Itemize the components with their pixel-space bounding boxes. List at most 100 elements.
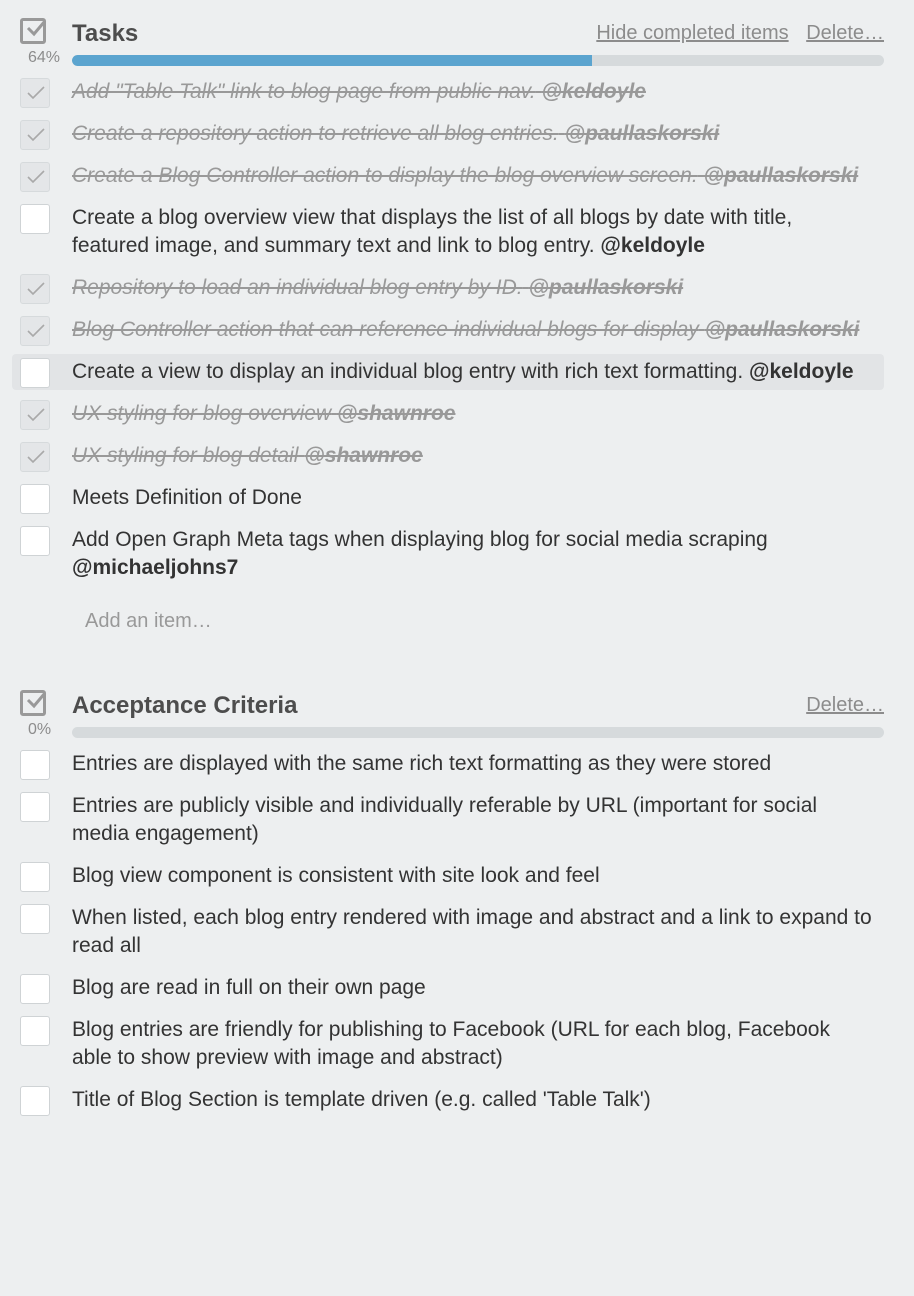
item-text: Create a view to display an individual b… — [72, 360, 744, 383]
progress-percent: 0% — [28, 721, 52, 738]
checklist-item[interactable]: Create a repository action to retrieve a… — [20, 116, 884, 152]
item-text: UX styling for blog overview — [72, 402, 332, 425]
acceptance-criteria-checklist: Acceptance Criteria Delete… 0% Entries a… — [0, 672, 914, 1118]
checklist-item[interactable]: UX styling for blog detail @shawnroe — [20, 438, 884, 474]
user-mention[interactable]: @paullaskorski — [528, 276, 683, 299]
user-mention[interactable]: @paullaskorski — [705, 318, 860, 341]
checkmark-icon — [27, 86, 45, 100]
checklist-item-text: Blog Controller action that can referenc… — [72, 318, 859, 341]
item-text: When listed, each blog entry rendered wi… — [72, 906, 872, 957]
user-mention[interactable]: @paullaskorski — [565, 122, 720, 145]
checklist-item[interactable]: UX styling for blog overview @shawnroe — [20, 396, 884, 432]
checklist-item[interactable]: Repository to load an individual blog en… — [20, 270, 884, 306]
progress-row: 64% — [20, 40, 884, 74]
user-mention[interactable]: @paullaskorski — [704, 164, 859, 187]
item-text: Add Open Graph Meta tags when displaying… — [72, 528, 768, 551]
checkbox[interactable] — [20, 1016, 50, 1046]
checklist-item-text: Repository to load an individual blog en… — [72, 276, 683, 299]
checklist-header: Tasks Hide completed items Delete… — [20, 0, 884, 47]
checkmark-icon — [27, 128, 45, 142]
item-text: Blog Controller action that can referenc… — [72, 318, 699, 341]
checklist-item[interactable]: Entries are displayed with the same rich… — [20, 746, 884, 782]
checkbox[interactable] — [20, 792, 50, 822]
checklist-items: Entries are displayed with the same rich… — [20, 746, 884, 1118]
checked-checkbox[interactable] — [20, 316, 50, 346]
checklist-item[interactable]: Blog are read in full on their own page — [20, 970, 884, 1006]
checkbox[interactable] — [20, 526, 50, 556]
checkbox[interactable] — [20, 484, 50, 514]
item-text: Blog entries are friendly for publishing… — [72, 1018, 830, 1069]
checklist-items: Add "Table Talk" link to blog page from … — [12, 74, 884, 586]
checkbox[interactable] — [20, 974, 50, 1004]
item-text: Title of Blog Section is template driven… — [72, 1088, 651, 1111]
checklist-item[interactable]: Create a view to display an individual b… — [12, 354, 884, 390]
checkmark-icon — [27, 170, 45, 184]
progress-bar — [72, 727, 884, 738]
item-text: Meets Definition of Done — [72, 486, 302, 509]
checklist-item[interactable]: Create a Blog Controller action to displ… — [20, 158, 884, 194]
checklist-item-text: UX styling for blog detail @shawnroe — [72, 444, 423, 467]
checklist-item-text: Meets Definition of Done — [72, 486, 302, 509]
checked-checkbox[interactable] — [20, 120, 50, 150]
checklist-item-text: Add "Table Talk" link to blog page from … — [72, 80, 646, 103]
user-mention[interactable]: @keldoyle — [541, 80, 646, 103]
checklist-item[interactable]: Title of Blog Section is template driven… — [20, 1082, 884, 1118]
checklist-header: Acceptance Criteria Delete… — [20, 672, 884, 719]
checklist-item[interactable]: When listed, each blog entry rendered wi… — [20, 900, 884, 964]
checklist-item-text: Add Open Graph Meta tags when displaying… — [72, 528, 768, 579]
progress-row: 0% — [20, 712, 884, 746]
checked-checkbox[interactable] — [20, 78, 50, 108]
checked-checkbox[interactable] — [20, 274, 50, 304]
progress-bar-fill — [72, 55, 592, 66]
user-mention[interactable]: @keldoyle — [749, 360, 854, 383]
item-text: Entries are displayed with the same rich… — [72, 752, 772, 775]
checklist-item-text: UX styling for blog overview @shawnroe — [72, 402, 455, 425]
item-text: Entries are publicly visible and individ… — [72, 794, 818, 845]
checklist-item[interactable]: Blog Controller action that can referenc… — [20, 312, 884, 348]
item-text: Add "Table Talk" link to blog page from … — [72, 80, 536, 103]
user-mention[interactable]: @shawnroe — [337, 402, 456, 425]
add-item-button[interactable]: Add an item… — [20, 592, 884, 662]
checkmark-icon — [27, 408, 45, 422]
checkbox[interactable] — [20, 204, 50, 234]
checklist-item-text: Blog are read in full on their own page — [72, 976, 426, 999]
checklist-item-text: Create a view to display an individual b… — [72, 360, 854, 383]
checklist-item-text: Entries are displayed with the same rich… — [72, 752, 771, 775]
checkbox[interactable] — [20, 358, 50, 388]
checked-checkbox[interactable] — [20, 442, 50, 472]
item-text: Create a Blog Controller action to displ… — [72, 164, 698, 187]
checkbox[interactable] — [20, 1086, 50, 1116]
checked-checkbox[interactable] — [20, 162, 50, 192]
tasks-checklist: Tasks Hide completed items Delete… 64% A… — [0, 0, 914, 662]
checklist-item-text: When listed, each blog entry rendered wi… — [72, 906, 872, 957]
user-mention[interactable]: @keldoyle — [600, 234, 705, 257]
checkbox[interactable] — [20, 862, 50, 892]
checkmark-icon — [27, 324, 45, 338]
item-text: Repository to load an individual blog en… — [72, 276, 523, 299]
item-text: Create a repository action to retrieve a… — [72, 122, 559, 145]
checkbox[interactable] — [20, 750, 50, 780]
progress-bar — [72, 55, 884, 66]
user-mention[interactable]: @shawnroe — [304, 444, 423, 467]
checkbox[interactable] — [20, 904, 50, 934]
item-text: Blog view component is consistent with s… — [72, 864, 600, 887]
item-text: Blog are read in full on their own page — [72, 976, 426, 999]
checklist-item[interactable]: Add "Table Talk" link to blog page from … — [20, 74, 884, 110]
checklist-item-text: Title of Blog Section is template driven… — [72, 1088, 651, 1111]
checklist-item[interactable]: Blog view component is consistent with s… — [20, 858, 884, 894]
checked-checkbox[interactable] — [20, 400, 50, 430]
checklist-item-text: Create a blog overview view that display… — [72, 206, 792, 257]
user-mention[interactable]: @michaeljohns7 — [72, 556, 238, 579]
checklist-item[interactable]: Entries are publicly visible and individ… — [20, 788, 884, 852]
checklist-item-text: Blog view component is consistent with s… — [72, 864, 600, 887]
checkmark-icon — [27, 450, 45, 464]
checklist-item[interactable]: Create a blog overview view that display… — [20, 200, 884, 264]
progress-percent: 64% — [28, 49, 61, 66]
checklist-item-text: Create a repository action to retrieve a… — [72, 122, 719, 145]
checklist-item-text: Create a Blog Controller action to displ… — [72, 164, 858, 187]
checklist-item[interactable]: Meets Definition of Done — [20, 480, 884, 516]
checkmark-icon — [27, 282, 45, 296]
checklist-item[interactable]: Blog entries are friendly for publishing… — [20, 1012, 884, 1076]
checklist-item-text: Blog entries are friendly for publishing… — [72, 1018, 830, 1069]
checklist-item[interactable]: Add Open Graph Meta tags when displaying… — [20, 522, 884, 586]
